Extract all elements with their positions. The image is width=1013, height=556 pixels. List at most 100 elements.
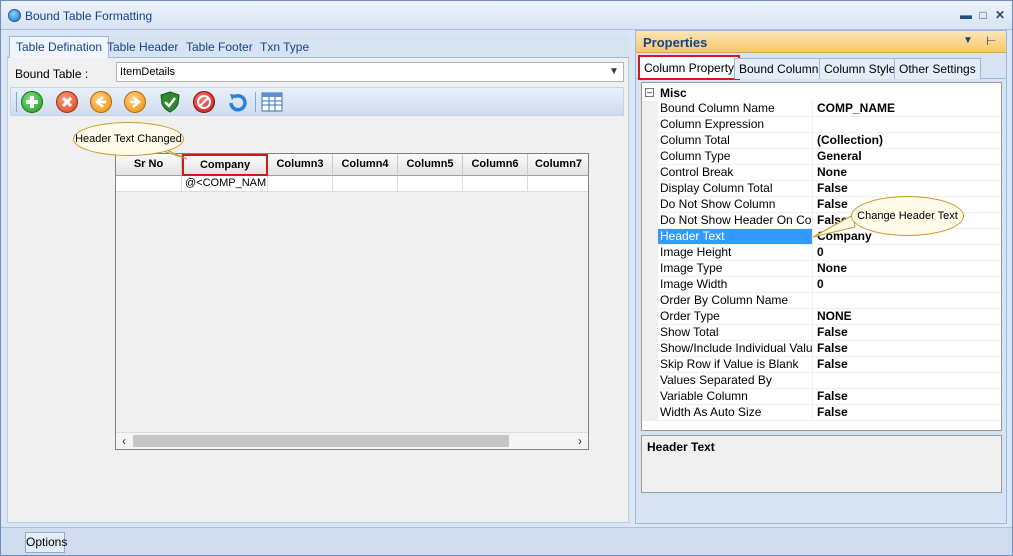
- property-name[interactable]: Image Height: [658, 245, 813, 261]
- tab-table-footer[interactable]: Table Footer: [180, 37, 259, 58]
- property-row[interactable]: Display Column Total False: [642, 181, 1001, 197]
- property-name[interactable]: Control Break: [658, 165, 813, 181]
- property-name[interactable]: Show Total: [658, 325, 813, 341]
- tab-column-style[interactable]: Column Style: [819, 58, 901, 79]
- property-row[interactable]: Image Width 0: [642, 277, 1001, 293]
- scroll-right-icon[interactable]: ›: [572, 433, 588, 449]
- property-value[interactable]: 0: [814, 245, 1001, 261]
- property-name[interactable]: Column Type: [658, 149, 813, 165]
- property-row[interactable]: Control Break None: [642, 165, 1001, 181]
- property-name[interactable]: Values Separated By: [658, 373, 813, 389]
- bound-table-select[interactable]: ItemDetails ▼: [116, 62, 624, 82]
- property-value[interactable]: (Collection): [814, 133, 1001, 149]
- column-header-column6[interactable]: Column6: [463, 154, 528, 176]
- property-row[interactable]: Image Height 0: [642, 245, 1001, 261]
- move-left-icon[interactable]: [90, 91, 112, 113]
- property-value[interactable]: False: [814, 181, 1001, 197]
- property-value[interactable]: None: [814, 165, 1001, 181]
- property-row[interactable]: Column Type General: [642, 149, 1001, 165]
- property-row[interactable]: Skip Row if Value is Blank False: [642, 357, 1001, 373]
- chevron-down-icon[interactable]: ▼: [607, 64, 621, 80]
- property-row[interactable]: Column Total (Collection): [642, 133, 1001, 149]
- property-name[interactable]: Variable Column: [658, 389, 813, 405]
- property-name[interactable]: Column Expression: [658, 117, 813, 133]
- column-header-column7[interactable]: Column7: [528, 154, 588, 176]
- cell-column7[interactable]: [528, 176, 588, 192]
- property-value[interactable]: False: [814, 389, 1001, 405]
- collapse-icon[interactable]: –: [645, 88, 654, 97]
- property-name[interactable]: Display Column Total: [658, 181, 813, 197]
- column-header-column5[interactable]: Column5: [398, 154, 463, 176]
- scroll-thumb[interactable]: [133, 435, 509, 447]
- tab-txn-type[interactable]: Txn Type: [254, 37, 315, 58]
- property-name[interactable]: Header Text: [658, 229, 813, 245]
- validate-shield-icon[interactable]: [159, 91, 181, 113]
- property-value[interactable]: 0: [814, 277, 1001, 293]
- minimize-icon[interactable]: ▬: [959, 8, 973, 22]
- property-row[interactable]: Width As Auto Size False: [642, 405, 1001, 421]
- property-row[interactable]: Order By Column Name: [642, 293, 1001, 309]
- property-row[interactable]: Show Total False: [642, 325, 1001, 341]
- property-row[interactable]: Variable Column False: [642, 389, 1001, 405]
- tab-table-header[interactable]: Table Header: [101, 37, 184, 58]
- tab-other-settings[interactable]: Other Settings: [894, 58, 981, 79]
- add-icon[interactable]: [21, 91, 43, 113]
- column-header-company[interactable]: Company: [182, 154, 268, 176]
- property-row[interactable]: Image Type None: [642, 261, 1001, 277]
- grid-layout-icon[interactable]: [261, 91, 283, 113]
- bound-table-grid[interactable]: Sr No Company Column3 Column4 Column5 Co…: [115, 153, 589, 450]
- tab-bound-columns[interactable]: Bound Columns: [734, 58, 830, 79]
- property-row[interactable]: Show/Include Individual Values False: [642, 341, 1001, 357]
- close-icon[interactable]: ✕: [993, 8, 1007, 22]
- property-name[interactable]: Image Width: [658, 277, 813, 293]
- maximize-icon[interactable]: □: [976, 8, 990, 22]
- property-value[interactable]: NONE: [814, 309, 1001, 325]
- property-value[interactable]: [814, 373, 1001, 389]
- cell-column3[interactable]: [268, 176, 333, 192]
- property-name[interactable]: Image Type: [658, 261, 813, 277]
- table-row[interactable]: @<COMP_NAM: [116, 176, 588, 192]
- property-value[interactable]: General: [814, 149, 1001, 165]
- property-value[interactable]: False: [814, 325, 1001, 341]
- stop-icon[interactable]: [193, 91, 215, 113]
- property-row[interactable]: Bound Column Name COMP_NAME: [642, 101, 1001, 117]
- move-right-icon[interactable]: [124, 91, 146, 113]
- property-name[interactable]: Column Total: [658, 133, 813, 149]
- property-row[interactable]: Order Type NONE: [642, 309, 1001, 325]
- property-value[interactable]: None: [814, 261, 1001, 277]
- options-button[interactable]: Options: [25, 532, 67, 553]
- property-name[interactable]: Do Not Show Column: [658, 197, 813, 213]
- horizontal-scrollbar[interactable]: ‹ ›: [116, 432, 588, 449]
- property-name[interactable]: Width As Auto Size: [658, 405, 813, 421]
- property-value[interactable]: False: [814, 341, 1001, 357]
- cell-sr-no[interactable]: [116, 176, 182, 192]
- property-name[interactable]: Do Not Show Header On Contro: [658, 213, 813, 229]
- property-value[interactable]: [814, 293, 1001, 309]
- property-grid[interactable]: – Misc Bound Column Name COMP_NAME Column …: [641, 82, 1002, 431]
- property-value[interactable]: False: [814, 405, 1001, 421]
- category-misc[interactable]: – Misc: [642, 85, 1001, 101]
- column-header-column3[interactable]: Column3: [268, 154, 333, 176]
- property-name[interactable]: Skip Row if Value is Blank: [658, 357, 813, 373]
- cell-column5[interactable]: [398, 176, 463, 192]
- property-name[interactable]: Order By Column Name: [658, 293, 813, 309]
- scroll-left-icon[interactable]: ‹: [116, 433, 132, 449]
- property-value[interactable]: False: [814, 357, 1001, 373]
- property-name[interactable]: Bound Column Name: [658, 101, 813, 117]
- dropdown-icon[interactable]: ▼: [963, 35, 973, 46]
- property-name[interactable]: Order Type: [658, 309, 813, 325]
- cell-column6[interactable]: [463, 176, 528, 192]
- property-value[interactable]: COMP_NAME: [814, 101, 1001, 117]
- cell-company[interactable]: @<COMP_NAM: [182, 176, 268, 192]
- delete-icon[interactable]: [56, 91, 78, 113]
- property-row[interactable]: Column Expression: [642, 117, 1001, 133]
- column-header-column4[interactable]: Column4: [333, 154, 398, 176]
- tab-table-definition[interactable]: Table Defination: [9, 36, 110, 59]
- property-row[interactable]: Values Separated By: [642, 373, 1001, 389]
- refresh-icon[interactable]: [227, 91, 249, 113]
- property-name[interactable]: Show/Include Individual Values: [658, 341, 813, 357]
- cell-column4[interactable]: [333, 176, 398, 192]
- property-value[interactable]: [814, 117, 1001, 133]
- pin-icon[interactable]: ⊢: [986, 34, 996, 48]
- tab-column-property[interactable]: Column Property: [638, 55, 741, 80]
